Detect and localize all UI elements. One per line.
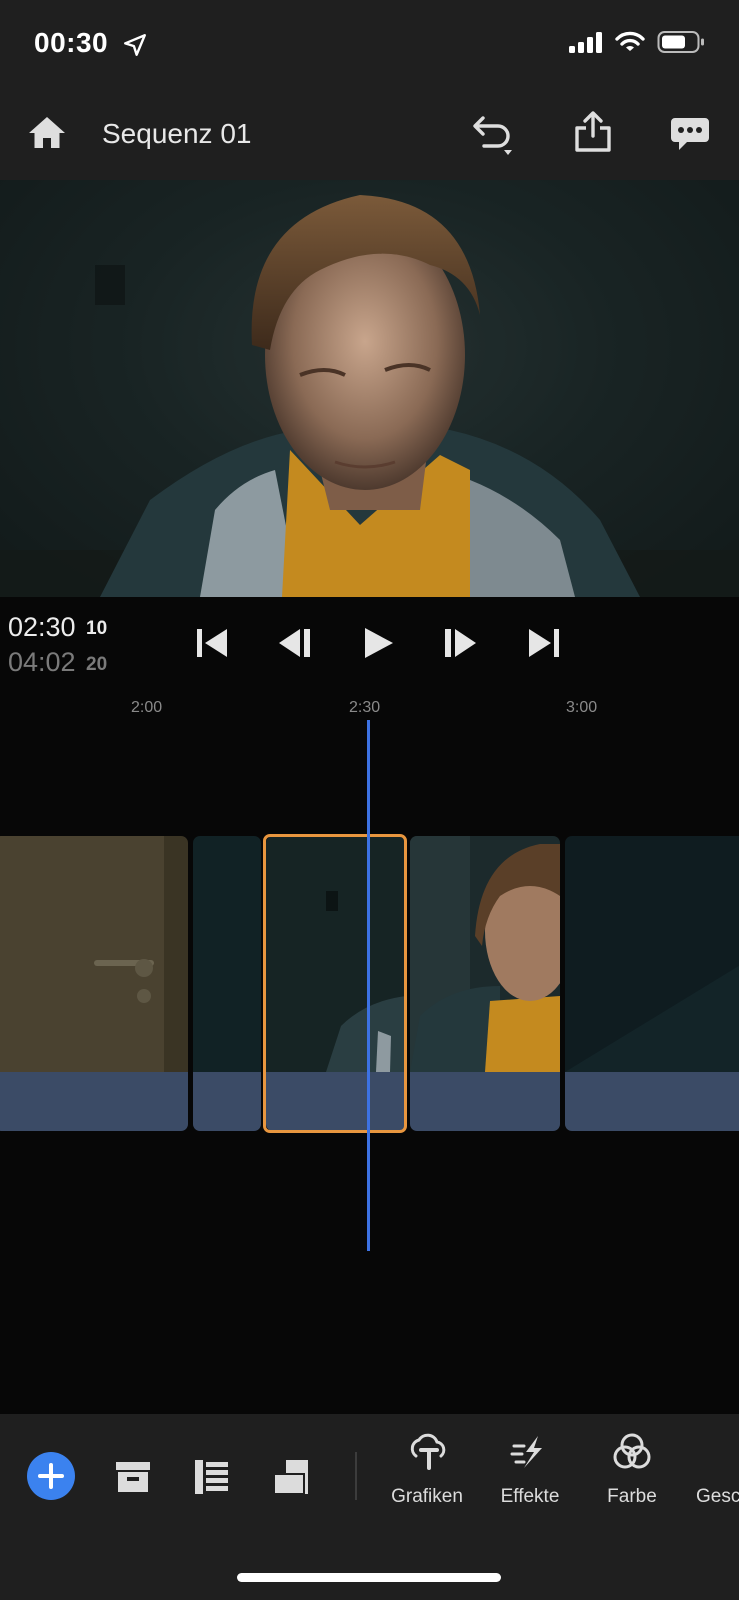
clip-audio-bar — [193, 1072, 261, 1131]
wifi-icon — [615, 31, 645, 51]
share-icon[interactable] — [573, 110, 613, 154]
timeline-clip[interactable] — [193, 836, 261, 1131]
comments-icon[interactable] — [669, 112, 711, 154]
tick-label: 2:00 — [131, 699, 163, 716]
graphics-icon — [410, 1433, 446, 1470]
timeline-clip[interactable] — [565, 836, 739, 1131]
total-timecode: 04:02 — [8, 647, 76, 677]
clip-audio-bar — [410, 1072, 560, 1131]
preview-frame — [0, 180, 739, 597]
aspect-ratio-icon[interactable] — [272, 1458, 310, 1496]
clip-thumbnail — [565, 836, 739, 1072]
timeline-clip[interactable] — [410, 836, 560, 1131]
clip-thumbnail — [0, 836, 188, 1072]
video-preview[interactable] — [0, 180, 739, 597]
current-frames: 10 — [86, 618, 108, 639]
effects-icon — [510, 1436, 542, 1468]
toolbar-divider — [355, 1452, 357, 1500]
clip-audio-bar — [565, 1072, 739, 1131]
tool-color[interactable]: Farbe — [582, 1432, 682, 1512]
step-forward-icon[interactable] — [440, 623, 480, 663]
tool-label: Grafiken — [391, 1486, 463, 1507]
battery-icon — [657, 31, 704, 53]
tool-speed[interactable]: Gesc — [684, 1432, 739, 1512]
step-back-icon[interactable] — [275, 623, 315, 663]
skip-to-start-icon[interactable] — [193, 623, 233, 663]
tool-label: Farbe — [607, 1486, 657, 1507]
home-icon[interactable] — [26, 112, 68, 154]
tick-label: 2:30 — [349, 699, 381, 716]
app-header: Sequenz 01 — [0, 90, 739, 180]
tick-label: 3:00 — [566, 699, 598, 716]
total-frames: 20 — [86, 654, 108, 675]
color-icon — [613, 1433, 651, 1469]
location-arrow-icon — [124, 34, 146, 56]
clip-audio-bar — [0, 1072, 188, 1131]
tool-label: Gesc — [696, 1486, 739, 1507]
timeline-clip[interactable] — [0, 836, 188, 1131]
play-icon[interactable] — [358, 623, 398, 663]
transport-controls: 02:30 10 04:02 20 — [0, 597, 739, 691]
tool-effects[interactable]: Effekte — [480, 1432, 580, 1512]
status-indicators — [569, 30, 705, 54]
cellular-signal-icon — [569, 32, 602, 53]
status-bar: 00:30 — [0, 0, 739, 90]
tool-label: Effekte — [500, 1486, 560, 1507]
undo-icon[interactable] — [470, 112, 516, 156]
archive-icon[interactable] — [114, 1458, 152, 1496]
add-media-button[interactable] — [27, 1452, 75, 1500]
clip-thumbnail — [193, 836, 261, 1072]
current-timecode: 02:30 — [8, 612, 76, 642]
plus-icon — [38, 1463, 64, 1489]
sequence-title[interactable]: Sequenz 01 — [102, 118, 251, 150]
selected-clip-outline — [263, 834, 407, 1133]
tool-graphics[interactable]: Grafiken — [377, 1432, 477, 1512]
playhead[interactable] — [367, 720, 370, 1251]
skip-to-end-icon[interactable] — [523, 623, 563, 663]
tracks-icon[interactable] — [193, 1458, 231, 1496]
status-time: 00:30 — [34, 27, 109, 58]
home-indicator — [237, 1573, 501, 1582]
clip-thumbnail — [410, 836, 560, 1072]
